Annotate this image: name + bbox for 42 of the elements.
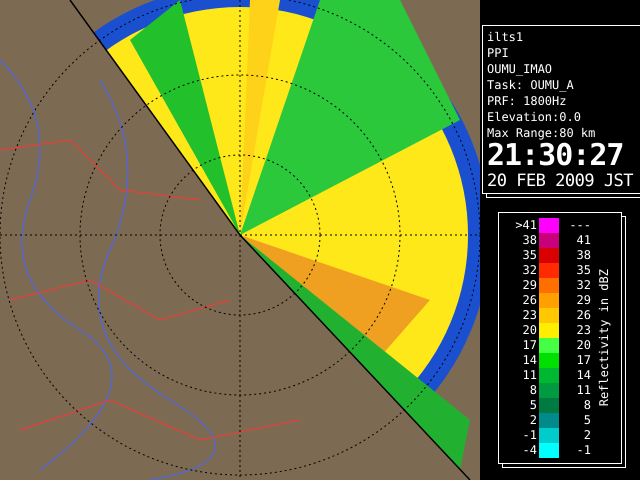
- legend-label: 32: [576, 278, 592, 293]
- date-text: 20 FEB 2009 JST: [487, 171, 634, 191]
- legend-label: 14: [522, 353, 538, 368]
- legend-label: 29: [522, 278, 538, 293]
- info-text: Elevation:0.0: [487, 109, 582, 125]
- legend-label: 26: [522, 293, 538, 308]
- legend-label: 23: [522, 308, 538, 323]
- info-text: ilts1: [487, 29, 524, 45]
- info-text: PRF: 1800Hz: [487, 93, 568, 109]
- legend-label: 38: [522, 233, 538, 248]
- legend-label: 41: [576, 233, 592, 248]
- legend-label: 17: [576, 353, 592, 368]
- legend-label: 2: [528, 413, 538, 428]
- info-text: Max Range:80 km: [487, 125, 596, 141]
- legend-label: 35: [576, 263, 592, 278]
- legend-label: 23: [576, 323, 592, 338]
- info-text: Task: OUMU_A: [487, 77, 575, 93]
- legend-label: 29: [576, 293, 592, 308]
- legend-label: ---: [568, 218, 592, 233]
- legend-label: 11: [522, 368, 538, 383]
- legend-label: 32: [522, 263, 538, 278]
- legend-label: 8: [582, 398, 592, 413]
- legend-label: 11: [576, 383, 592, 398]
- legend-label: -1: [576, 443, 592, 458]
- legend-label: 5: [582, 413, 592, 428]
- info-text: PPI: [487, 45, 510, 61]
- legend-label: 20: [576, 338, 592, 353]
- info-text: OUMU_IMAO: [487, 61, 554, 77]
- legend-label: 35: [522, 248, 538, 263]
- legend-title: Reflectivity in dBZ: [597, 269, 611, 407]
- legend-label: 26: [576, 308, 592, 323]
- legend-label: 38: [576, 248, 592, 263]
- legend-label: 20: [522, 323, 538, 338]
- legend-label: 14: [576, 368, 592, 383]
- legend-label: 2: [582, 428, 592, 443]
- legend-label: 17: [522, 338, 538, 353]
- legend-label: >41: [514, 218, 538, 233]
- time-text: 21:30:27: [487, 141, 624, 171]
- legend-label: -1: [522, 428, 538, 443]
- legend-label: -4: [522, 443, 538, 458]
- legend-label: 5: [528, 398, 538, 413]
- legend-label: 8: [528, 383, 538, 398]
